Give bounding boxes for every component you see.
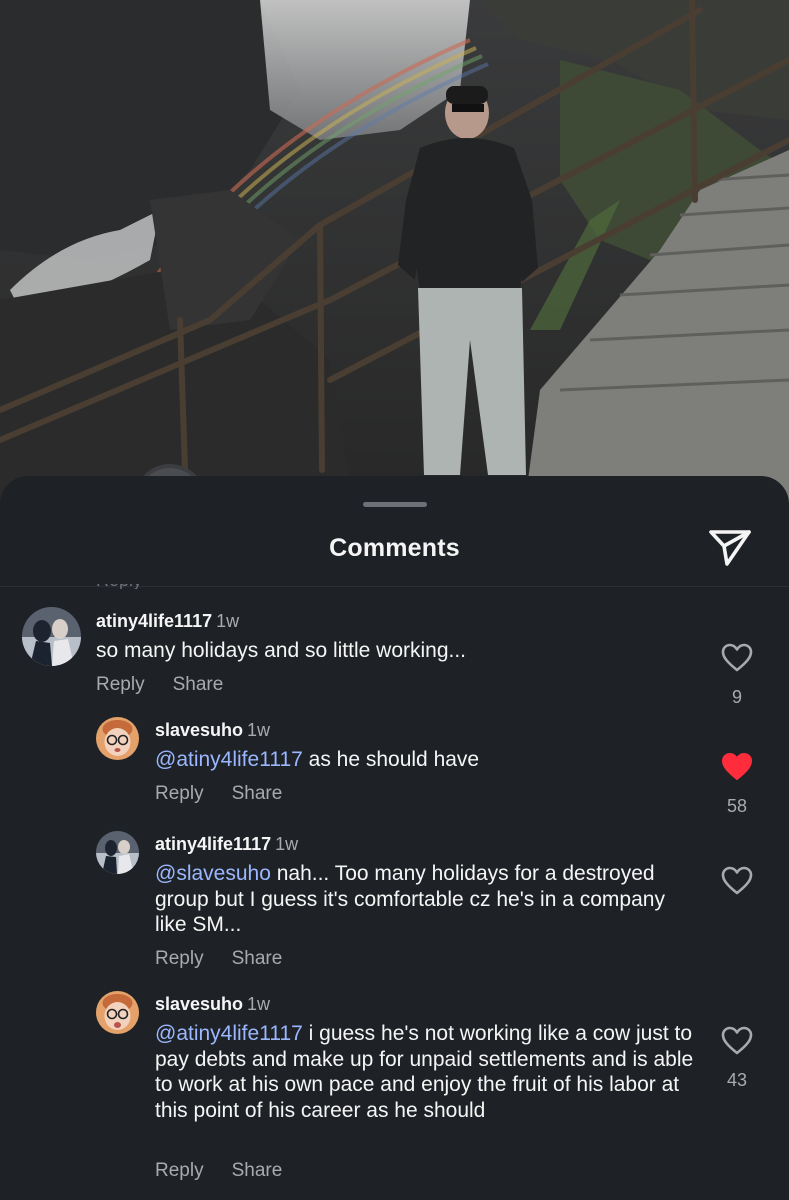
share-button[interactable] xyxy=(706,524,754,570)
comment-text: @slavesuho nah... Too many holidays for … xyxy=(155,861,675,938)
like-count: 58 xyxy=(726,796,748,816)
avatar[interactable] xyxy=(96,991,139,1034)
comment-mention[interactable]: @atiny4life1117 xyxy=(155,1022,303,1045)
post-photo xyxy=(0,0,789,540)
comment-time: 1w xyxy=(275,834,299,854)
comment-username[interactable]: atiny4life1117 xyxy=(96,611,212,631)
like-button[interactable] xyxy=(720,865,754,897)
comment-text: so many holidays and so little working..… xyxy=(96,638,636,664)
heart-icon xyxy=(721,1026,753,1055)
comment-username[interactable]: slavesuho xyxy=(155,720,243,740)
share-comment-button[interactable]: Share xyxy=(232,783,283,805)
share-comment-button[interactable]: Share xyxy=(173,674,224,696)
heart-icon xyxy=(721,643,753,672)
reply-button[interactable]: Reply xyxy=(155,948,204,970)
reply-button[interactable]: Reply xyxy=(155,1160,204,1182)
hidden-previous-reply: Reply xyxy=(96,584,156,589)
like-count: 43 xyxy=(726,1070,748,1090)
avatar[interactable] xyxy=(22,607,81,666)
like-button-active[interactable] xyxy=(720,751,754,783)
comment-time: 1w xyxy=(247,720,271,740)
share-comment-button[interactable]: Share xyxy=(232,1160,283,1182)
share-comment-button[interactable]: Share xyxy=(232,948,283,970)
sheet-drag-handle[interactable] xyxy=(363,502,427,507)
comment-mention[interactable]: @atiny4life1117 xyxy=(155,748,303,771)
like-button[interactable] xyxy=(720,1025,754,1057)
like-button[interactable] xyxy=(720,642,754,674)
comment-body: so many holidays and so little working..… xyxy=(96,639,467,662)
reply-button[interactable]: Reply xyxy=(96,674,145,696)
comment-username[interactable]: slavesuho xyxy=(155,994,243,1014)
comment-text: @atiny4life1117 as he should have xyxy=(155,747,695,773)
reply-button[interactable]: Reply xyxy=(155,783,204,805)
comment-mention[interactable]: @slavesuho xyxy=(155,862,271,885)
heart-icon xyxy=(721,866,753,895)
comment-time: 1w xyxy=(247,994,271,1014)
heart-filled-icon xyxy=(722,753,752,780)
like-count: 9 xyxy=(731,687,742,707)
sheet-title: Comments xyxy=(329,534,460,562)
comment-username[interactable]: atiny4life1117 xyxy=(155,834,271,854)
avatar[interactable] xyxy=(96,831,139,874)
paper-plane-icon xyxy=(709,530,751,566)
comment-time: 1w xyxy=(216,611,240,631)
avatar[interactable] xyxy=(96,717,139,760)
comment-body: as he should have xyxy=(302,748,480,771)
comment-text: @atiny4life1117 i guess he's not working… xyxy=(155,1021,695,1123)
